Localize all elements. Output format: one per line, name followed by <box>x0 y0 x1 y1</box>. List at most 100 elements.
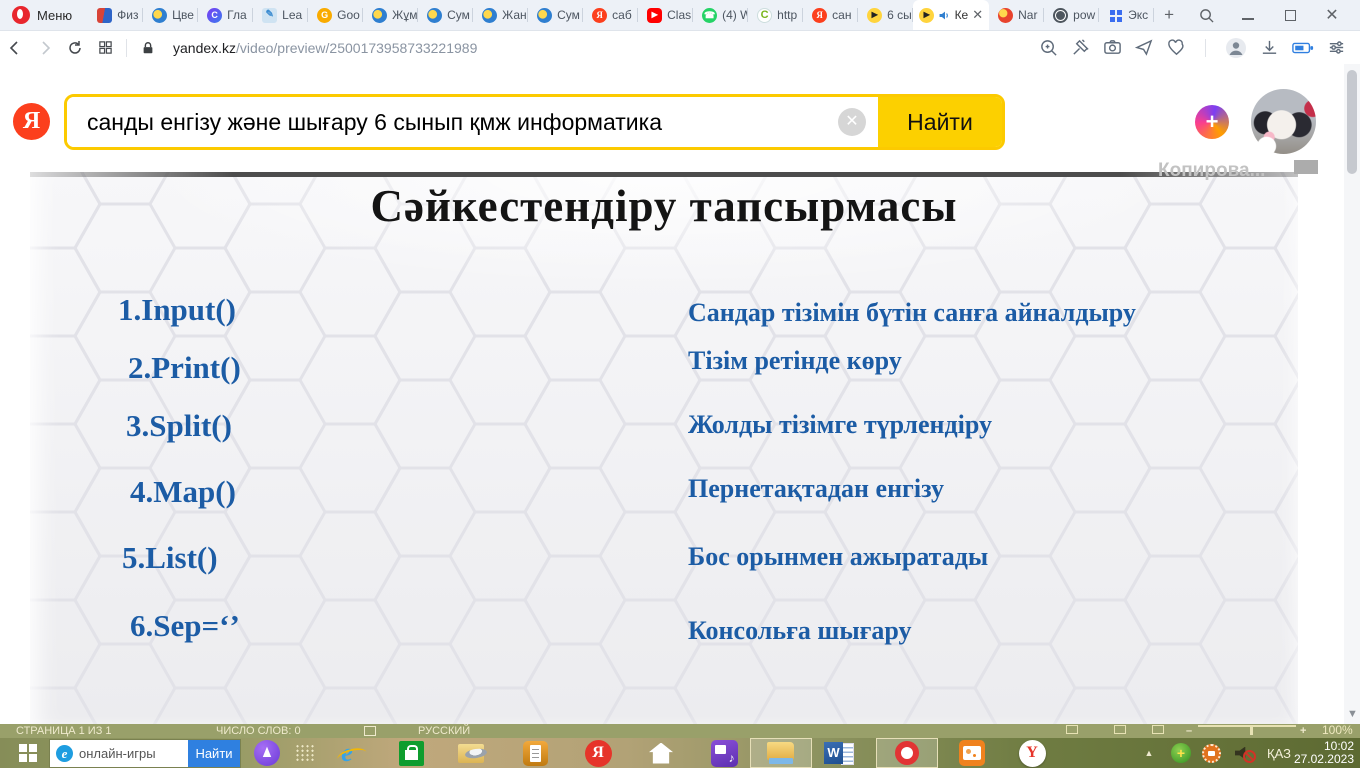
profile-icon[interactable] <box>1225 37 1247 59</box>
tab-5[interactable]: Жұм <box>363 0 419 30</box>
url-path: /video/preview/2500173958733221989 <box>236 39 478 56</box>
spellcheck-icon[interactable] <box>364 726 376 736</box>
video-slide[interactable]: Сәйкестендіру тапсырмасы 1.Input() 2.Prin… <box>30 172 1298 724</box>
language-indicator[interactable]: ҚАЗ <box>1262 738 1296 768</box>
tab-label: саб <box>612 8 632 22</box>
recorder-icon <box>1201 743 1221 763</box>
file-manager-button[interactable] <box>452 738 494 768</box>
clear-search-icon[interactable]: ✕ <box>838 108 866 136</box>
slide-top-border <box>30 172 1298 177</box>
volume-tray-button[interactable] <box>1228 738 1256 768</box>
yandex-browser-icon: Y <box>1018 739 1046 767</box>
match-left-item: 5.List() <box>122 540 218 575</box>
mute-slash-icon <box>1242 749 1256 763</box>
tab-label: Сум <box>557 8 580 22</box>
yandex-browser-button[interactable]: Y <box>1012 738 1052 768</box>
media-player-button[interactable] <box>704 738 744 768</box>
zoom-slider-thumb[interactable] <box>1250 725 1253 735</box>
search-input[interactable] <box>67 97 826 147</box>
active-tab-label: Ке <box>954 8 969 22</box>
notes-button[interactable] <box>516 738 554 768</box>
clock[interactable]: 10:02 27.02.2023 <box>1294 738 1358 768</box>
tab-after-0[interactable]: Nar <box>989 0 1045 30</box>
zoom-slider[interactable] <box>1198 725 1296 727</box>
scrollbar-down-icon[interactable]: ▼ <box>1347 708 1358 720</box>
tab-14[interactable]: ▶ 6 сы <box>858 0 914 30</box>
store-button[interactable] <box>392 738 430 768</box>
opera-menu-button[interactable]: Меню <box>0 0 88 30</box>
tray-expand-icon[interactable]: ▲ <box>1140 738 1158 768</box>
reload-icon[interactable] <box>60 40 90 56</box>
tab-10[interactable]: ▶ Clas <box>638 0 694 30</box>
hand-icon <box>427 7 443 23</box>
tab-4[interactable]: G Goo <box>308 0 364 30</box>
back-icon[interactable] <box>0 40 30 56</box>
taskbar-search-box[interactable]: e онлайн-игры Найти <box>50 740 240 767</box>
zoom-in-icon[interactable]: + <box>1300 725 1306 737</box>
scrollbar-thumb[interactable] <box>1347 70 1357 174</box>
tab-9[interactable]: Ясаб <box>583 0 639 30</box>
photos-button[interactable] <box>952 738 992 768</box>
alice-button[interactable] <box>252 738 282 768</box>
restore-button[interactable] <box>1282 6 1299 23</box>
new-tab-button[interactable]: + <box>1154 5 1184 25</box>
tab-7[interactable]: Жан <box>473 0 529 30</box>
antivirus-icon: + <box>1171 743 1191 763</box>
yandex-plus-icon[interactable]: + <box>1195 105 1229 139</box>
read-mode-icon[interactable] <box>1066 725 1078 734</box>
pin-icon[interactable] <box>1071 38 1090 57</box>
tab-after-1[interactable]: pow <box>1044 0 1100 30</box>
close-button[interactable]: ✕ <box>1324 7 1340 24</box>
tab-8[interactable]: Сум <box>528 0 584 30</box>
antivirus-tray-button[interactable]: + <box>1168 738 1194 768</box>
tab-1[interactable]: Цве <box>143 0 199 30</box>
taskbar-find-button[interactable]: Найти <box>188 740 240 767</box>
word-button[interactable] <box>818 738 862 768</box>
start-button[interactable] <box>8 738 48 768</box>
task-view-button[interactable] <box>290 738 320 768</box>
lock-icon[interactable] <box>133 41 163 55</box>
tab-active[interactable]: ▶ Ке ✕ <box>913 0 990 30</box>
url-domain: yandex.kz <box>173 39 237 56</box>
scrollbar[interactable]: ▼ <box>1344 64 1360 726</box>
recorder-tray-button[interactable] <box>1198 738 1224 768</box>
file-explorer-button[interactable] <box>750 738 812 768</box>
tab-close-icon[interactable]: ✕ <box>972 7 983 23</box>
tab-12[interactable]: Chttp <box>748 0 804 30</box>
taskbar-search-value: онлайн-игры <box>79 746 156 761</box>
taskbar: e онлайн-игры Найти e Я Y ▲ + ҚАЗ 10:02 … <box>0 738 1360 768</box>
tab-label: Жан <box>502 8 527 22</box>
tab-0[interactable]: Физ <box>88 0 144 30</box>
c-badge-icon: C <box>207 7 223 23</box>
zoom-out-icon[interactable]: – <box>1186 725 1192 737</box>
print-layout-icon[interactable] <box>1114 725 1126 734</box>
tab-13[interactable]: Ясан <box>803 0 859 30</box>
heart-icon[interactable] <box>1167 38 1186 57</box>
yandex-app-button[interactable]: Я <box>578 738 618 768</box>
tab-search-icon[interactable] <box>1198 7 1214 23</box>
download-icon[interactable] <box>1260 38 1279 57</box>
web-layout-icon[interactable] <box>1152 725 1164 734</box>
snapshot-icon[interactable] <box>1103 38 1122 57</box>
settings-sliders-icon[interactable] <box>1327 38 1346 57</box>
find-button[interactable]: Найти <box>878 97 1002 147</box>
send-icon[interactable] <box>1135 38 1154 57</box>
url-text[interactable]: yandex.kz/video/preview/2500173958733221… <box>173 40 477 56</box>
opera-logo-icon <box>12 6 30 24</box>
opera-button[interactable] <box>876 738 938 768</box>
avatar[interactable] <box>1251 89 1316 154</box>
zoom-in-icon[interactable] <box>1039 38 1058 57</box>
home-button[interactable] <box>642 738 680 768</box>
tab-11[interactable]: ☎ (4) W <box>693 0 749 30</box>
forward-icon[interactable] <box>30 40 60 56</box>
minimize-button[interactable] <box>1240 7 1256 23</box>
tab-after-2[interactable]: Экс <box>1099 0 1155 30</box>
battery-saver-icon[interactable] <box>1292 40 1314 56</box>
yandex-logo-icon[interactable]: Я <box>13 103 50 140</box>
tab-3[interactable]: ✎ Lea <box>253 0 309 30</box>
tab-sound-icon <box>939 11 949 19</box>
tab-6[interactable]: Сум <box>418 0 474 30</box>
speed-dial-icon[interactable] <box>90 40 120 55</box>
tab-2[interactable]: C Гла <box>198 0 254 30</box>
internet-explorer-button[interactable]: e <box>328 738 366 768</box>
